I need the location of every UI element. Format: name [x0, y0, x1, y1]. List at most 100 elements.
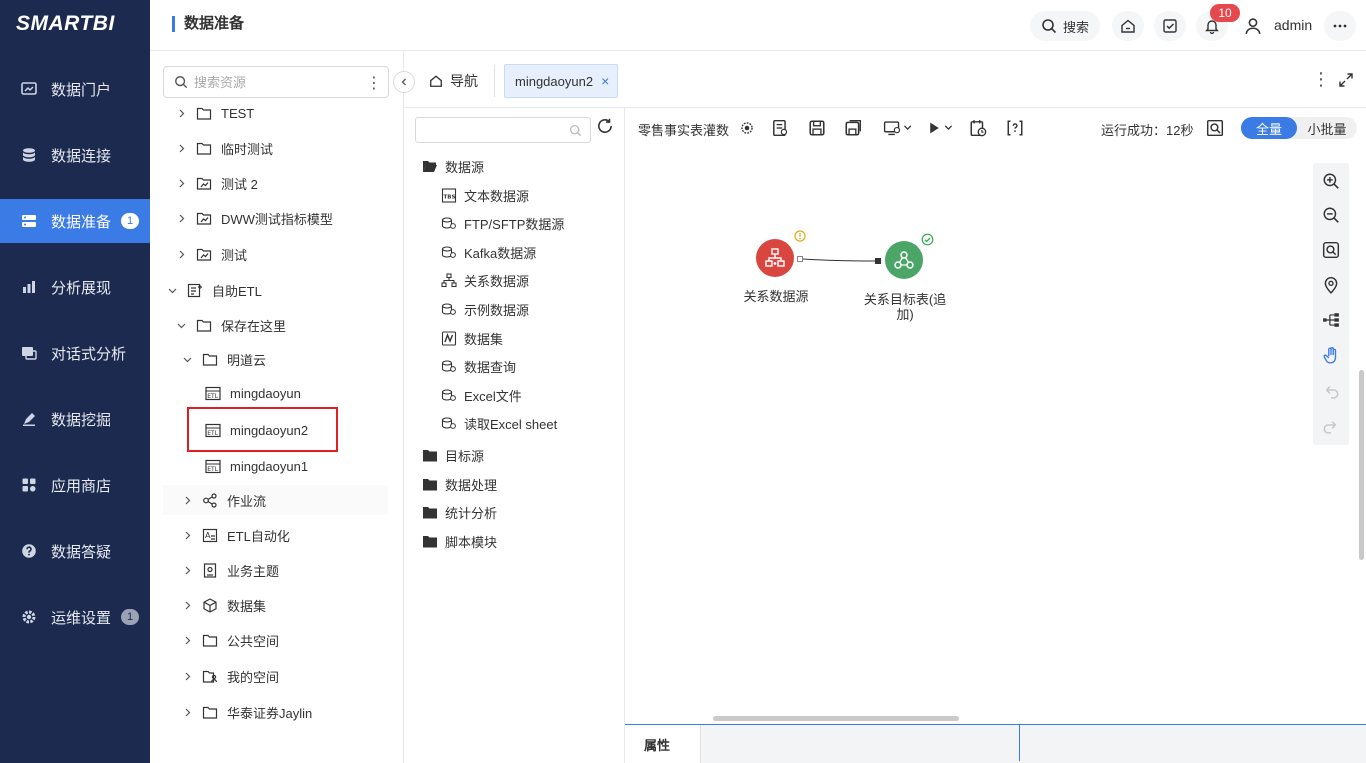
vertical-scrollbar[interactable]: [1359, 370, 1364, 560]
palette-node-item[interactable]: 示例数据源: [440, 297, 529, 321]
fullscreen-icon[interactable]: [1338, 72, 1354, 88]
more-menu-button[interactable]: [1324, 11, 1356, 41]
tree-item[interactable]: 作业流: [163, 485, 388, 515]
chevron-right-icon[interactable]: [175, 177, 187, 189]
refresh-icon[interactable]: [596, 117, 614, 135]
chevron-right-icon[interactable]: [181, 634, 193, 646]
tree-item[interactable]: ETL mingdaoyun1: [204, 451, 308, 481]
nav-item-data-portal[interactable]: 数据门户: [0, 67, 150, 111]
panel-splitter[interactable]: [1019, 725, 1020, 761]
nav-item-ops-settings[interactable]: 运维设置 1: [0, 595, 150, 639]
relational-source-node[interactable]: [756, 239, 794, 277]
chevron-right-icon[interactable]: [181, 706, 193, 718]
chevron-right-icon[interactable]: [175, 248, 187, 260]
tree-item[interactable]: 公共空间: [181, 625, 279, 655]
undo-icon[interactable]: [1322, 381, 1340, 399]
chevron-down-icon[interactable]: [166, 284, 178, 296]
palette-group[interactable]: 数据处理: [421, 472, 497, 496]
tree-item[interactable]: 测试 2: [175, 168, 258, 198]
chevron-right-icon[interactable]: [181, 670, 193, 682]
save-icon[interactable]: [808, 119, 826, 137]
mode-full-button[interactable]: 全量: [1241, 117, 1297, 139]
tree-item[interactable]: DWW测试指标模型: [175, 203, 333, 233]
nav-item-app-store[interactable]: 应用商店: [0, 463, 150, 507]
tree-item[interactable]: 数据集: [181, 590, 266, 620]
home-button[interactable]: [1112, 11, 1144, 41]
chevron-right-icon[interactable]: [175, 142, 187, 154]
palette-group[interactable]: 脚本模块: [421, 529, 497, 553]
vertical-more-icon[interactable]: ⋮: [366, 73, 382, 93]
properties-icon[interactable]: [771, 119, 789, 137]
palette-group[interactable]: 统计分析: [421, 500, 497, 524]
chevron-down-icon[interactable]: [175, 319, 187, 331]
fit-view-icon[interactable]: [1322, 241, 1340, 259]
palette-node-item[interactable]: 数据查询: [440, 354, 516, 378]
locate-icon[interactable]: [1322, 276, 1340, 294]
mode-small-batch-button[interactable]: 小批量: [1297, 117, 1357, 139]
save-as-icon[interactable]: [844, 119, 862, 137]
hand-pan-icon[interactable]: [1322, 346, 1340, 364]
global-search-button[interactable]: 搜索: [1030, 11, 1100, 41]
palette-node-item[interactable]: 关系数据源: [440, 268, 529, 292]
user-icon[interactable]: [1244, 17, 1262, 35]
tree-item[interactable]: 我的空间: [181, 661, 279, 691]
relational-target-node[interactable]: [885, 241, 923, 279]
chevron-right-icon[interactable]: [175, 107, 187, 119]
chevron-right-icon[interactable]: [181, 564, 193, 576]
tree-item[interactable]: 自助ETL: [166, 275, 262, 305]
nav-item-data-connection[interactable]: 数据连接: [0, 133, 150, 177]
nav-item-data-mining[interactable]: 数据挖掘: [0, 397, 150, 441]
nav-item-analysis[interactable]: 分析展现: [0, 265, 150, 309]
tab-properties[interactable]: 属性: [625, 725, 701, 763]
help-icon[interactable]: [1006, 119, 1024, 137]
chevron-right-icon[interactable]: [175, 212, 187, 224]
palette-node-item[interactable]: 读取Excel sheet: [440, 411, 557, 435]
tab-mingdaoyun2[interactable]: mingdaoyun2 ×: [504, 64, 619, 98]
layout-tree-icon[interactable]: [1322, 311, 1340, 329]
close-icon[interactable]: ×: [601, 73, 609, 89]
nav-item-chat-analysis[interactable]: 对话式分析: [0, 331, 150, 375]
mode-switch[interactable]: 全量 小批量: [1241, 117, 1357, 139]
tree-item[interactable]: 业务主题: [181, 555, 279, 585]
nav-item-data-prep[interactable]: 数据准备 1: [0, 199, 150, 243]
chevron-right-icon[interactable]: [181, 494, 193, 506]
tree-item[interactable]: TEST: [175, 98, 254, 128]
redo-icon[interactable]: [1322, 416, 1340, 434]
resource-search[interactable]: ⋮: [163, 66, 389, 98]
settings-dot-icon[interactable]: [738, 119, 756, 137]
etl-canvas[interactable]: 零售事实表灌数 运行成功：12秒 全量 小批量 关系数据源 关系目标表(追 加): [625, 108, 1366, 724]
collapse-panel-button[interactable]: [393, 71, 415, 93]
zoom-out-icon[interactable]: [1322, 206, 1340, 224]
tree-item[interactable]: 测试: [175, 239, 247, 269]
palette-node-item[interactable]: TBS 文本数据源: [440, 183, 529, 207]
tasks-button[interactable]: [1154, 11, 1186, 41]
palette-node-item[interactable]: 数据集: [440, 326, 503, 350]
resource-search-input[interactable]: [194, 74, 364, 90]
tab-navigation[interactable]: 导航: [429, 71, 478, 91]
palette-node-item[interactable]: Excel文件: [440, 383, 522, 407]
user-name[interactable]: admin: [1274, 17, 1312, 33]
monitor-dropdown-icon[interactable]: [883, 119, 913, 137]
palette-search-input[interactable]: [415, 117, 591, 143]
chevron-right-icon[interactable]: [181, 529, 193, 541]
palette-group[interactable]: 数据源: [421, 154, 484, 178]
horizontal-scrollbar[interactable]: [713, 716, 959, 721]
tree-item[interactable]: ETL mingdaoyun: [204, 378, 301, 408]
tree-item[interactable]: 临时测试: [175, 133, 273, 163]
palette-node-item[interactable]: Kafka数据源: [440, 240, 536, 264]
run-dropdown-icon[interactable]: [927, 119, 957, 137]
tree-item[interactable]: 保存在这里: [175, 310, 286, 340]
tree-item[interactable]: A ETL自动化: [181, 520, 290, 550]
schedule-icon[interactable]: [969, 119, 987, 137]
vertical-more-icon[interactable]: ⋮: [1312, 69, 1330, 90]
chevron-right-icon[interactable]: [181, 599, 193, 611]
nav-item-data-qa[interactable]: 数据答疑: [0, 529, 150, 573]
chevron-down-icon[interactable]: [181, 353, 193, 365]
zoom-in-icon[interactable]: [1322, 172, 1340, 190]
preview-search-icon[interactable]: [1206, 119, 1224, 137]
tree-item[interactable]: 明道云: [181, 344, 266, 374]
palette-node-item[interactable]: FTP/SFTP数据源: [440, 211, 564, 235]
tree-item[interactable]: 华泰证券Jaylin: [181, 697, 312, 727]
app-logo[interactable]: SMARTBI: [16, 12, 115, 36]
palette-group[interactable]: 目标源: [421, 443, 484, 467]
